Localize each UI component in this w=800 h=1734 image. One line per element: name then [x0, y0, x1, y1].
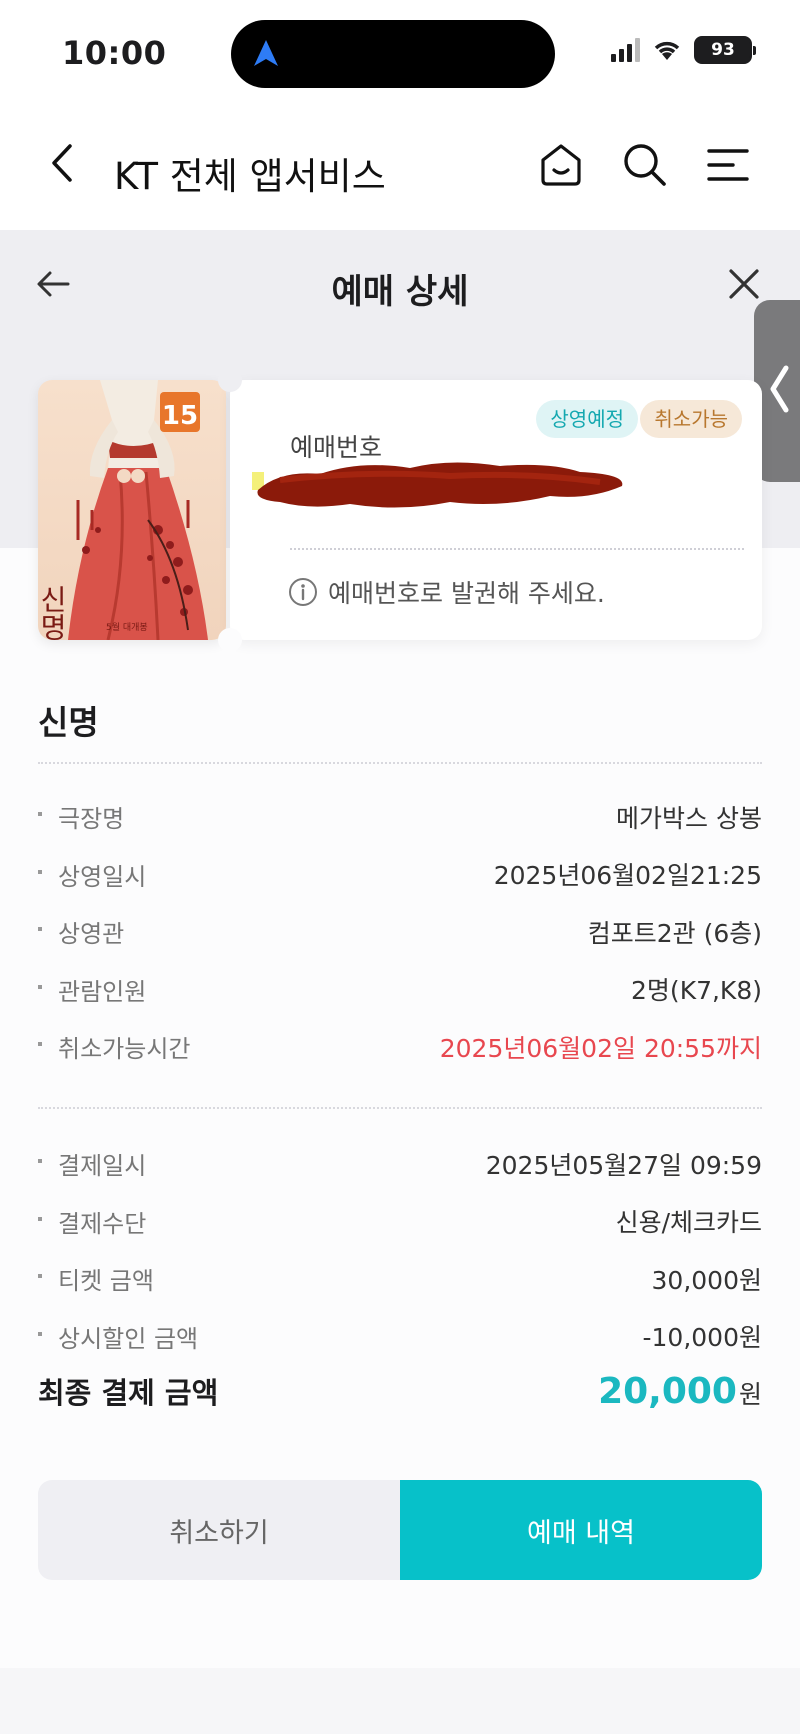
movie-title: 신명: [38, 703, 99, 742]
menu-icon[interactable]: [703, 140, 753, 190]
reservation-history-button[interactable]: 예매 내역: [400, 1480, 762, 1580]
payment-value: 30,000원: [651, 1265, 762, 1295]
movie-poster: 15 신명 5월 대개봉: [38, 380, 226, 640]
detail-label: 상영일시: [38, 857, 146, 892]
status-icons: 93: [611, 36, 756, 64]
issuance-notice-text: 예매번호로 발권해 주세요.: [328, 579, 605, 608]
detail-value: 메가박스 상봉: [616, 803, 762, 833]
sheet-title: 예매 상세: [331, 272, 469, 312]
payment-row-discount: 상시할인 금액 -10,000원: [38, 1308, 762, 1366]
payment-label: 결제일시: [38, 1146, 146, 1181]
age-rating-badge: 15: [162, 401, 198, 431]
final-payment-unit: 원: [738, 1380, 762, 1409]
battery-icon: 93: [694, 36, 756, 64]
poster-caption: 5월 대개봉: [106, 621, 148, 633]
chevron-left-icon: [770, 365, 789, 413]
detail-row-audience: 관람인원 2명(K7,K8): [38, 961, 762, 1019]
divider: [38, 762, 762, 764]
info-icon: [289, 578, 317, 606]
home-icon[interactable]: [536, 140, 586, 190]
final-payment-label: 최종 결제 금액: [38, 1376, 219, 1410]
payment-label: 결제수단: [38, 1204, 146, 1239]
cancel-reservation-button[interactable]: 취소하기: [38, 1480, 400, 1580]
detail-value: 2025년06월02일 20:55까지: [439, 1033, 762, 1063]
ticket-notch: [218, 628, 242, 652]
action-buttons: 취소하기 예매 내역: [38, 1480, 762, 1580]
detail-row-screen: 상영관 컴포트2관 (6층): [38, 903, 762, 961]
issuance-notice: 예매번호로 발권해 주세요.: [288, 574, 605, 610]
ticket-card: 15 신명 5월 대개봉 상영예정 취소가능 예매번호 예매번호로 발권해 주세…: [38, 368, 762, 652]
redacted-reservation-number: [252, 462, 623, 508]
app-header: KT 전체 앱서비스: [0, 100, 800, 230]
status-badge-cancelable: 취소가능: [640, 400, 742, 438]
divider: [290, 548, 744, 550]
booking-details-list: 극장명 메가박스 상봉 상영일시 2025년06월02일21:25 상영관 컴포…: [38, 788, 762, 1076]
ticket-notch: [218, 368, 242, 392]
status-bar: 10:00 93: [0, 0, 800, 100]
divider: [38, 1107, 762, 1109]
detail-row-cancel-deadline: 취소가능시간 2025년06월02일 20:55까지: [38, 1018, 762, 1076]
final-payment-amount: 20,000: [598, 1371, 737, 1412]
payment-value: 2025년05월27일 09:59: [485, 1150, 762, 1180]
final-payment-row: 최종 결제 금액 20,000원: [38, 1370, 762, 1412]
final-payment-amount-group: 20,000원: [598, 1371, 762, 1412]
ticket-info-panel: 상영예정 취소가능 예매번호 예매번호로 발권해 주세요.: [230, 380, 762, 640]
detail-row-theater: 극장명 메가박스 상봉: [38, 788, 762, 846]
detail-label: 상영관: [38, 914, 124, 949]
cellular-signal-icon: [611, 38, 640, 62]
poster-art: 15 신명 5월 대개봉: [38, 380, 208, 640]
navigation-arrow-icon: [254, 40, 278, 66]
search-icon[interactable]: [620, 140, 670, 190]
detail-label: 취소가능시간: [38, 1029, 190, 1064]
status-badge-upcoming: 상영예정: [536, 400, 638, 438]
app-title: KT 전체 앱서비스: [114, 155, 386, 198]
payment-row-date: 결제일시 2025년05월27일 09:59: [38, 1135, 762, 1193]
detail-label: 극장명: [38, 799, 124, 834]
detail-value: 컴포트2관 (6층): [587, 918, 762, 948]
status-time: 10:00: [62, 34, 167, 72]
payment-row-ticket-amount: 티켓 금액 30,000원: [38, 1250, 762, 1308]
close-icon[interactable]: [726, 266, 762, 302]
wifi-icon: [654, 41, 680, 60]
dynamic-island: [231, 20, 555, 88]
payment-label: 상시할인 금액: [38, 1319, 198, 1354]
payment-value: 신용/체크카드: [615, 1208, 762, 1238]
detail-value: 2025년06월02일21:25: [493, 861, 762, 891]
detail-value: 2명(K7,K8): [631, 976, 762, 1006]
detail-row-showtime: 상영일시 2025년06월02일21:25: [38, 846, 762, 904]
payment-details-list: 결제일시 2025년05월27일 09:59 결제수단 신용/체크카드 티켓 금…: [38, 1135, 762, 1365]
payment-row-method: 결제수단 신용/체크카드: [38, 1193, 762, 1251]
detail-label: 관람인원: [38, 972, 146, 1007]
back-chevron-icon[interactable]: [42, 138, 82, 188]
payment-label: 티켓 금액: [38, 1261, 154, 1296]
bottom-bar: [0, 1668, 800, 1734]
payment-value: -10,000원: [642, 1323, 763, 1353]
poster-title: 신명: [38, 585, 69, 640]
